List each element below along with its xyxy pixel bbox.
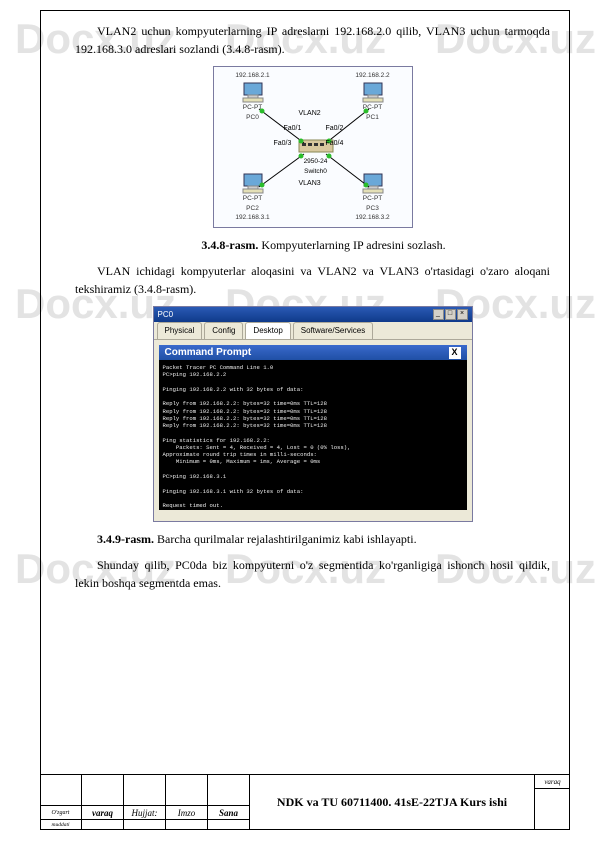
tb-cell: [124, 820, 166, 830]
port-fa02: Fa0/2: [326, 124, 344, 135]
paragraph-1: VLAN2 uchun kompyuterlarning IP adreslar…: [75, 22, 550, 58]
port-fa01: Fa0/1: [284, 124, 302, 135]
tab-software[interactable]: Software/Services: [293, 322, 373, 339]
window-titlebar[interactable]: PC0 _ □ ×: [154, 307, 472, 322]
maximize-button[interactable]: □: [445, 309, 456, 320]
tb-lbl-imzo: Imzo: [166, 806, 208, 820]
tb-cell: [40, 775, 82, 806]
minimize-button[interactable]: _: [433, 309, 444, 320]
tb-cell: [82, 820, 124, 830]
tab-physical[interactable]: Physical: [157, 322, 203, 339]
close-button[interactable]: ×: [457, 309, 468, 320]
tb-lbl-varaq: varaq: [82, 806, 124, 820]
titlebar-label: PC0: [158, 309, 174, 321]
tab-config[interactable]: Config: [204, 322, 243, 339]
port-fa03: Fa0/3: [274, 139, 292, 150]
tb-cell: [124, 775, 166, 806]
tb-cell: [82, 775, 124, 806]
tb-lbl-muddati: muddati: [40, 820, 82, 830]
prompt-close-icon[interactable]: X: [449, 347, 461, 359]
figure-caption-2: 3.4.9-rasm. Barcha qurilmalar rejalashti…: [75, 530, 550, 548]
figure-caption-1: 3.4.8-rasm. Kompyuterlarning IP adresini…: [75, 236, 550, 254]
tb-varaq-label: varaq: [535, 775, 570, 789]
tab-desktop[interactable]: Desktop: [245, 322, 290, 339]
tab-bar: Physical Config Desktop Software/Service…: [154, 322, 472, 340]
title-block: O'zgart varaq Hujjat: Imzo Sana muddati …: [40, 774, 570, 830]
tb-lbl-ozgart: O'zgart: [40, 806, 82, 820]
terminal-output[interactable]: Packet Tracer PC Command Line 1.0 PC>pin…: [159, 360, 467, 510]
tb-cell: [208, 775, 250, 806]
links: [214, 67, 414, 229]
tb-cell: [208, 820, 250, 830]
tb-page-number: [535, 789, 570, 829]
paragraph-2: VLAN ichidagi kompyuterlar aloqasini va …: [75, 262, 550, 298]
vlan3-label: VLAN3: [299, 179, 321, 190]
document-body: VLAN2 uchun kompyuterlarning IP adreslar…: [75, 22, 550, 600]
tb-cell: [166, 820, 208, 830]
vlan2-label: VLAN2: [299, 109, 321, 120]
command-prompt-window: PC0 _ □ × Physical Config Desktop Softwa…: [153, 306, 473, 522]
prompt-header: Command Prompt X: [159, 345, 467, 360]
drawing-title: NDK va TU 60711400. 41sE-22TJA Kurs ishi: [250, 775, 534, 830]
prompt-title: Command Prompt: [165, 345, 252, 360]
tb-lbl-hujjat: Hujjat:: [124, 806, 166, 820]
tb-cell: [166, 775, 208, 806]
network-diagram: 192.168.2.1 PC-PT PC0 192.168.2.2 PC-PT …: [213, 66, 413, 228]
port-fa04: Fa0/4: [326, 139, 344, 150]
paragraph-3: Shunday qilib, PC0da biz kompyuterni o'z…: [75, 556, 550, 592]
tb-lbl-sana: Sana: [208, 806, 250, 820]
